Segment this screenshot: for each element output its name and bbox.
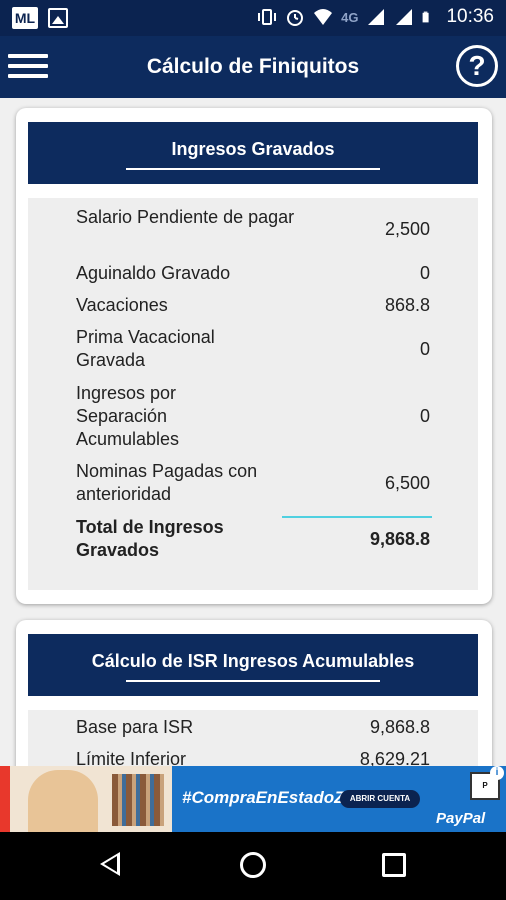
ad-info-icon[interactable]: i [490, 766, 504, 780]
row-label: Límite Inferior [76, 749, 187, 766]
total-row: Total de Ingresos Gravados 9,868.8 [76, 516, 430, 562]
ad-hashtag: #CompraEnEstadoZen [182, 788, 365, 807]
list-item: Aguinaldo Gravado 0 [76, 262, 430, 285]
row-value: 0 [419, 406, 430, 426]
title-underline [126, 168, 380, 170]
signal-icon [396, 9, 413, 25]
ad-cta-button[interactable]: ABRIR CUENTA [340, 790, 420, 808]
network-type: 4G [341, 9, 359, 25]
ingresos-list: Salario Pendiente de pagar 2,500 Aguinal… [28, 198, 478, 590]
list-item: Ingresos por Separación Acumulables 0 [76, 382, 430, 451]
total-value: 9,868.8 [369, 529, 430, 549]
isr-acumulables-card: Cálculo de ISR Ingresos Acumulables Base… [16, 620, 492, 766]
ad-person-image [28, 770, 98, 832]
vibrate-icon [258, 9, 277, 25]
wifi-icon [314, 9, 333, 25]
ad-banner[interactable]: #CompraEnEstadoZen ABRIR CUENTA P i PayP… [0, 766, 506, 832]
row-label: Ingresos por Separación Acumulables [76, 383, 180, 449]
section-title: Ingresos Gravados [171, 139, 335, 159]
list-item: Vacaciones 868.8 [76, 294, 430, 317]
signal-icon [368, 9, 385, 25]
back-icon[interactable] [100, 852, 120, 876]
row-label: Salario Pendiente de pagar [76, 207, 295, 227]
row-value: 2,500 [384, 219, 430, 239]
row-label: Vacaciones [76, 295, 168, 315]
app-bar: Cálculo de Finiquitos ? [0, 36, 506, 98]
list-item: Nominas Pagadas con anterioridad 6,500 [76, 460, 430, 506]
row-value: 0 [419, 339, 430, 359]
isr-list: Base para ISR 9,868.8 Límite Inferior 8,… [28, 710, 478, 766]
main-content[interactable]: Ingresos Gravados Salario Pendiente de p… [0, 98, 506, 766]
section-header: Cálculo de ISR Ingresos Acumulables [28, 634, 478, 696]
row-label: Prima Vacacional Gravada [76, 327, 215, 370]
ad-bookshelf-image [112, 774, 164, 826]
recent-apps-icon[interactable] [382, 853, 406, 877]
row-value: 868.8 [384, 295, 430, 315]
row-value: 9,868.8 [369, 717, 430, 737]
ml-app-icon: ML [12, 7, 38, 29]
list-item: Base para ISR 9,868.8 [76, 716, 430, 739]
system-nav-bar [0, 832, 506, 900]
row-value: 8,629.21 [359, 749, 430, 766]
home-icon[interactable] [240, 852, 266, 878]
row-label: Nominas Pagadas con anterioridad [76, 461, 258, 504]
page-title: Cálculo de Finiquitos [146, 55, 360, 78]
section-title: Cálculo de ISR Ingresos Acumulables [91, 651, 415, 671]
status-bar: ML 4G 10:36 [0, 0, 506, 36]
row-value: 6,500 [384, 473, 430, 493]
paypal-logo: PayPal [436, 810, 486, 827]
list-item: Prima Vacacional Gravada 0 [76, 326, 430, 372]
ad-image [0, 766, 172, 832]
row-value: 0 [419, 263, 430, 283]
row-label: Base para ISR [76, 717, 194, 737]
alarm-icon [287, 10, 304, 26]
section-header: Ingresos Gravados [28, 122, 478, 184]
battery-icon [423, 11, 430, 23]
gallery-icon [48, 8, 68, 28]
clock: 10:36 [446, 6, 494, 27]
title-underline [126, 680, 380, 682]
row-label: Aguinaldo Gravado [76, 263, 231, 283]
ingresos-gravados-card: Ingresos Gravados Salario Pendiente de p… [16, 108, 492, 604]
total-label: Total de Ingresos Gravados [76, 517, 224, 560]
help-icon[interactable]: ? [456, 45, 498, 87]
list-item: Límite Inferior 8,629.21 [76, 748, 430, 766]
list-item: Salario Pendiente de pagar 2,500 [76, 206, 430, 252]
